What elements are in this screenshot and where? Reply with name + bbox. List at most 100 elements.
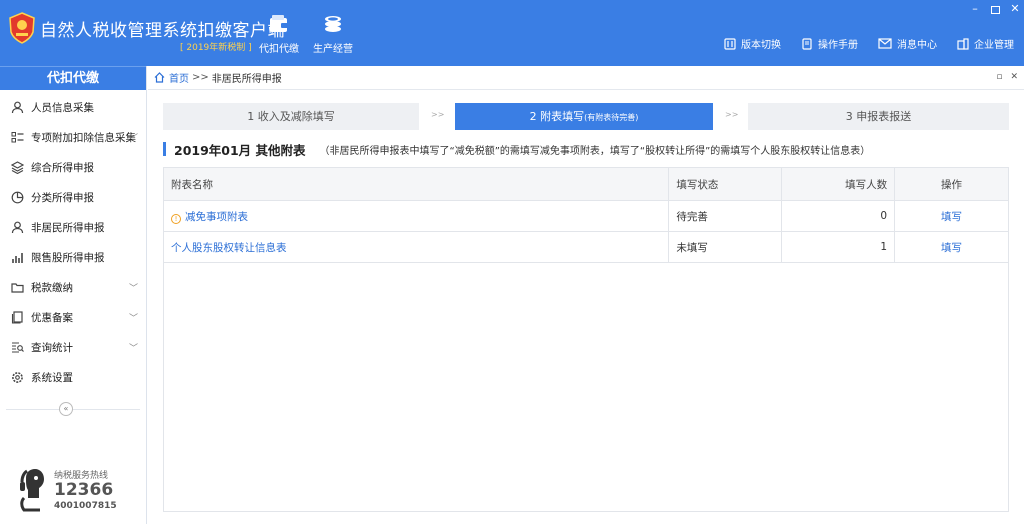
tax-emblem-icon [9, 12, 35, 44]
sidebar-item-preferential-filing[interactable]: 优惠备案 ﹀ [0, 302, 146, 332]
gear-icon [10, 370, 24, 384]
layers-icon [10, 160, 24, 174]
table-cell-action: 填写 [894, 231, 1009, 263]
title-accent-bar [163, 142, 166, 156]
restore-tab-icon[interactable]: ▫ [996, 72, 1002, 82]
sidebar-item-label: 限售股所得申报 [31, 251, 105, 264]
step-attachment-fill[interactable]: 2 附表填写(有附表待完善) [455, 103, 713, 130]
message-center-link[interactable]: 消息中心 [878, 36, 937, 51]
table-cell-count: 1 [781, 231, 896, 263]
building-icon [957, 37, 969, 50]
sidebar-item-special-deduction[interactable]: 专项附加扣除信息采集 ﹀ [0, 122, 146, 152]
sidebar-item-label: 非居民所得申报 [31, 221, 105, 234]
sidebar-item-system-settings[interactable]: 系统设置 [0, 362, 146, 392]
sidebar-item-label: 综合所得申报 [31, 161, 94, 174]
sidebar-item-nonresident-income[interactable]: 非居民所得申报 [0, 212, 146, 242]
breadcrumb: 首页 >> 非居民所得申报 ▫ ✕ [148, 66, 1024, 90]
sidebar-item-tax-payment[interactable]: 税款缴纳 ﹀ [0, 272, 146, 302]
coins-icon [325, 16, 341, 32]
nav-label: 代扣代缴 [259, 44, 299, 55]
nav-label: 生产经营 [313, 44, 353, 55]
step-income-deduction[interactable]: 1 收入及减除填写 [163, 103, 419, 130]
nav-business[interactable]: 生产经营 [305, 14, 361, 55]
collapse-sidebar-button[interactable]: « [59, 402, 73, 416]
manual-link[interactable]: 操作手册 [801, 36, 858, 51]
breadcrumb-home-link[interactable]: 首页 [169, 70, 189, 85]
step-label: 2 附表填写 [529, 110, 585, 123]
document-icon [10, 310, 24, 324]
version-switch-link[interactable]: 版本切换 [724, 36, 781, 51]
minimize-button[interactable]: – [966, 2, 984, 15]
table-header-row: 附表名称 填写状态 填写人数 操作 [162, 167, 1009, 201]
wallet-icon [270, 15, 288, 32]
table-row: 个人股东股权转让信息表 未填写 1 填写 [162, 231, 1009, 263]
table-cell-count: 0 [781, 200, 896, 232]
table-cell-name: ! 减免事项附表 [162, 200, 670, 232]
home-icon [154, 72, 165, 83]
fill-link[interactable]: 填写 [941, 242, 962, 254]
list-icon [10, 130, 24, 144]
title-bar: 自然人税收管理系统扣缴客户端 [ 2019年新税制 ] 代扣代缴 生产经营 – … [0, 0, 1024, 66]
close-button[interactable]: ✕ [1006, 2, 1024, 15]
sidebar-item-person-info[interactable]: 人员信息采集 [0, 92, 146, 122]
table-empty-area [163, 260, 1009, 512]
attachment-name-link[interactable]: 减免事项附表 [185, 211, 248, 223]
person-icon [10, 100, 24, 114]
search-list-icon [10, 340, 24, 354]
hotline: 纳税服务热线 12366 4001007815 [18, 466, 138, 514]
page-title: 2019年01月 其他附表 [174, 142, 306, 158]
link-label: 企业管理 [974, 40, 1014, 51]
maximize-button[interactable] [986, 2, 1004, 17]
book-icon [802, 37, 812, 50]
mail-icon [878, 38, 892, 49]
tab-controls: ▫ ✕ [996, 72, 1018, 82]
step-arrow: >> [725, 110, 739, 119]
sidebar-item-label: 税款缴纳 [31, 281, 73, 294]
step-wizard: 1 收入及减除填写 >> 2 附表填写(有附表待完善) >> 3 申报表报送 [163, 103, 1009, 130]
sidebar-item-restricted-stock[interactable]: 限售股所得申报 [0, 242, 146, 272]
chevron-down-icon: ﹀ [128, 314, 138, 324]
sidebar-item-label: 优惠备案 [31, 311, 73, 324]
sidebar-item-classified-income[interactable]: 分类所得申报 [0, 182, 146, 212]
hotline-number: 12366 [54, 480, 114, 500]
chevron-down-icon: ﹀ [128, 284, 138, 294]
company-manage-link[interactable]: 企业管理 [957, 36, 1014, 51]
table-cell-status: 待完善 [668, 200, 783, 232]
headset-icon [20, 469, 44, 512]
sidebar-item-comprehensive-income[interactable]: 综合所得申报 [0, 152, 146, 182]
step-submit-report[interactable]: 3 申报表报送 [748, 103, 1009, 130]
app-title: 自然人税收管理系统扣缴客户端 [40, 21, 285, 41]
warning-icon: ! [171, 213, 181, 224]
pie-icon [10, 190, 24, 204]
step-label: 3 申报表报送 [845, 110, 912, 123]
attachment-name-link[interactable]: 个人股东股权转让信息表 [171, 242, 287, 254]
chevron-down-icon: ﹀ [128, 344, 138, 354]
person-icon [10, 220, 24, 234]
column-header: 填写状态 [668, 167, 783, 201]
sidebar-menu: 人员信息采集 专项附加扣除信息采集 ﹀ 综合所得申报 分类所得申报 非居民所得申… [0, 90, 146, 392]
sidebar-item-label: 人员信息采集 [31, 101, 94, 114]
sidebar-item-label: 分类所得申报 [31, 191, 94, 204]
sidebar-item-label: 专项附加扣除信息采集 [31, 131, 136, 144]
table-row: ! 减免事项附表 待完善 0 填写 [162, 200, 1009, 232]
link-label: 版本切换 [741, 40, 781, 51]
maximize-icon [990, 6, 1000, 14]
sidebar-divider [6, 409, 140, 410]
nav-withholding[interactable]: 代扣代缴 [251, 14, 307, 55]
fill-link[interactable]: 填写 [941, 211, 962, 223]
sidebar-item-query-stats[interactable]: 查询统计 ﹀ [0, 332, 146, 362]
chevron-down-icon: ﹀ [128, 134, 138, 144]
sidebar-item-label: 查询统计 [31, 341, 73, 354]
hotline-number-alt: 4001007815 [54, 501, 117, 511]
sidebar-item-label: 系统设置 [31, 371, 73, 384]
column-header: 操作 [894, 167, 1009, 201]
close-tab-icon[interactable]: ✕ [1010, 72, 1018, 82]
sidebar-header: 代扣代缴 [0, 66, 146, 90]
step-sublabel: (有附表待完善) [584, 113, 639, 122]
link-label: 操作手册 [818, 40, 858, 51]
top-links: 版本切换 操作手册 消息中心 企业管理 [724, 36, 1014, 51]
section-heading: 2019年01月 其他附表 （非居民所得申报表中填写了“减免税额”的需填写减免事… [163, 141, 871, 158]
table-cell-status: 未填写 [668, 231, 783, 263]
breadcrumb-separator: >> [192, 72, 209, 83]
section-note: （非居民所得申报表中填写了“减免税额”的需填写减免事项附表，填写了“股权转让所得… [319, 145, 871, 157]
